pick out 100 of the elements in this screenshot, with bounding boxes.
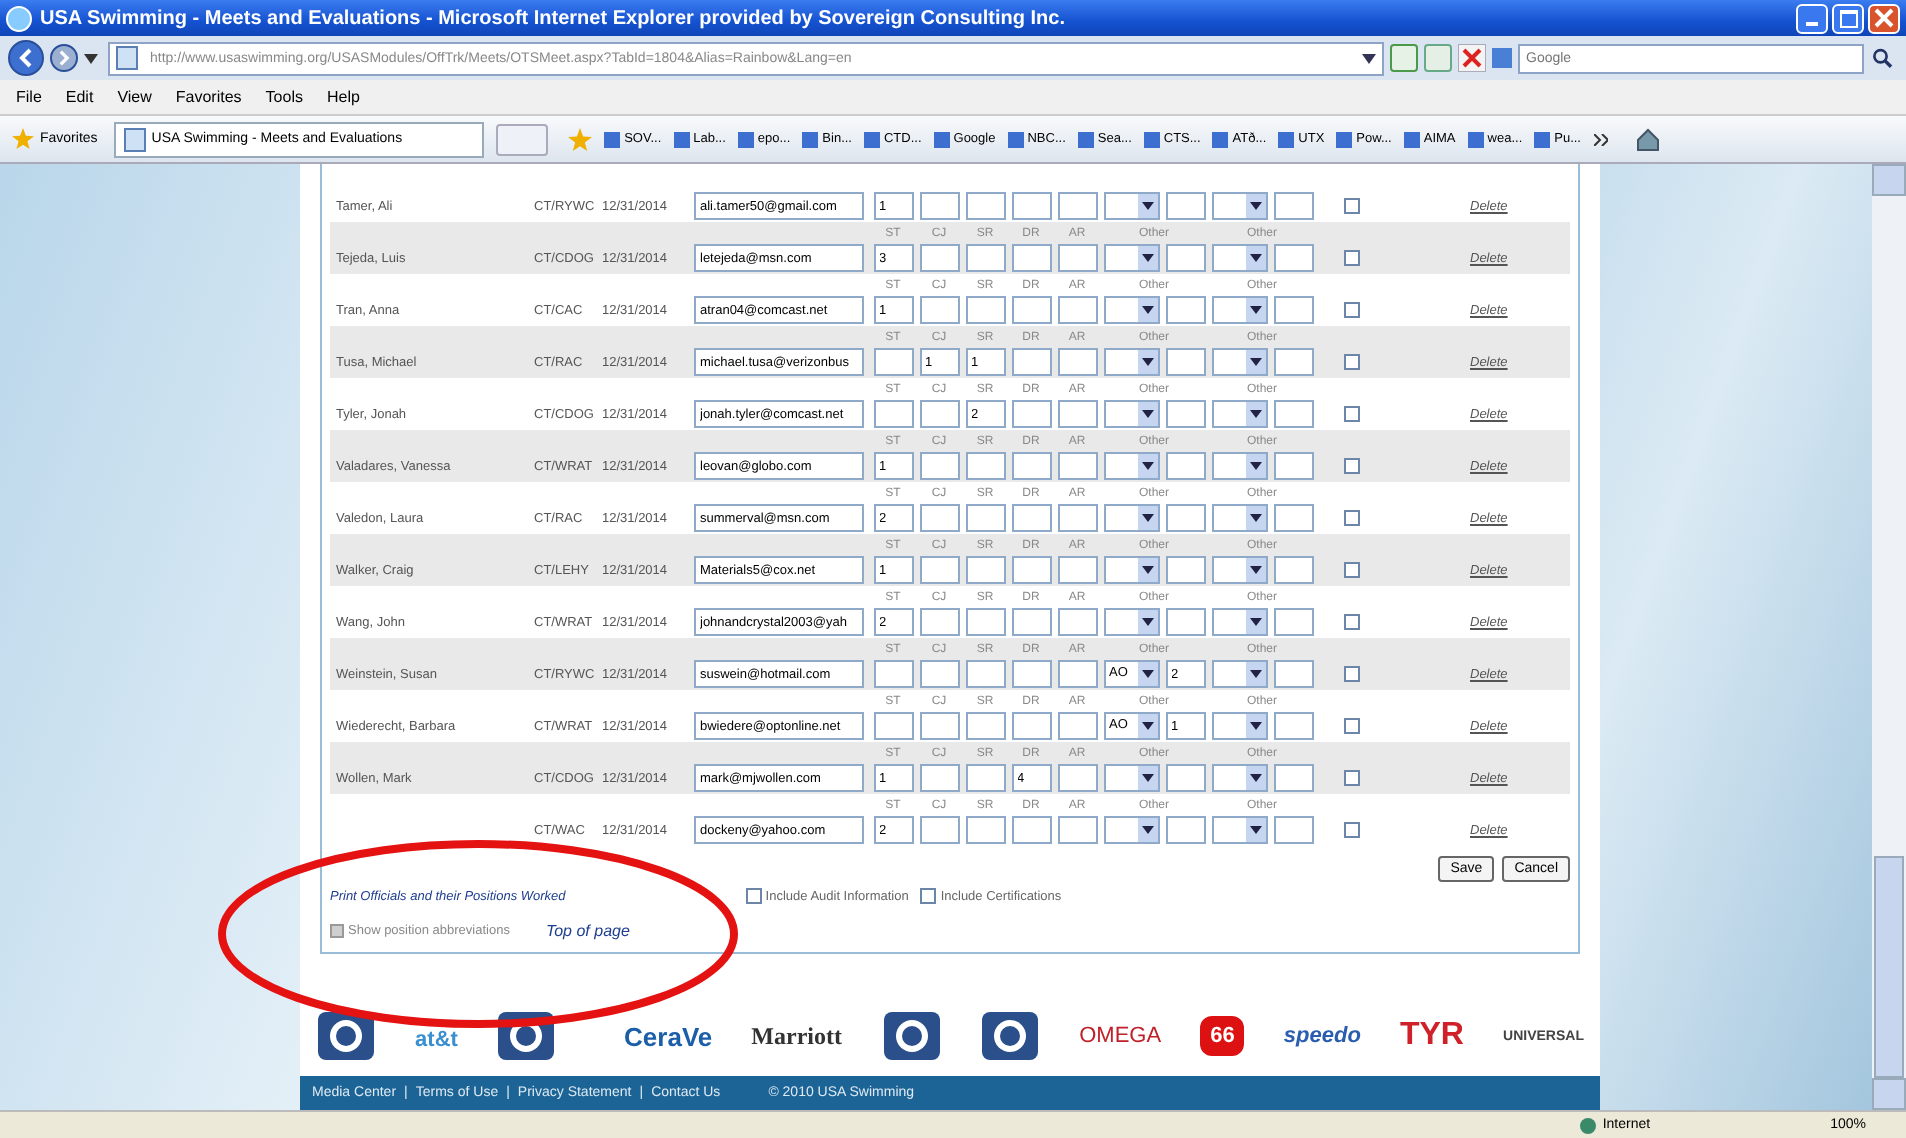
sponsor-logo-icon[interactable] bbox=[980, 1010, 1041, 1062]
sponsor-logo[interactable]: speedo bbox=[1283, 1024, 1361, 1048]
position-field[interactable] bbox=[1057, 608, 1097, 636]
other-field[interactable] bbox=[1273, 400, 1313, 428]
position-field[interactable] bbox=[1011, 452, 1051, 480]
sponsor-logo[interactable]: CeraVe bbox=[624, 1021, 713, 1051]
position-select[interactable] bbox=[1103, 504, 1159, 532]
row-checkbox[interactable] bbox=[1344, 458, 1360, 474]
position-field[interactable] bbox=[965, 452, 1005, 480]
position-select[interactable] bbox=[1211, 452, 1267, 480]
other-field[interactable] bbox=[1273, 712, 1313, 740]
position-field[interactable] bbox=[965, 244, 1005, 272]
forward-button[interactable] bbox=[50, 44, 78, 72]
position-field[interactable] bbox=[965, 556, 1005, 584]
other-field[interactable] bbox=[1165, 296, 1205, 324]
position-field[interactable] bbox=[919, 452, 959, 480]
position-select[interactable] bbox=[1103, 816, 1159, 844]
position-field[interactable] bbox=[919, 400, 959, 428]
position-select[interactable] bbox=[1211, 608, 1267, 636]
position-field[interactable] bbox=[1057, 556, 1097, 584]
caret-icon[interactable] bbox=[1362, 53, 1376, 63]
position-field[interactable] bbox=[919, 608, 959, 636]
stop-icon[interactable] bbox=[1458, 44, 1486, 72]
other-field[interactable] bbox=[1165, 244, 1205, 272]
menu-item[interactable]: Help bbox=[326, 88, 360, 106]
sponsor-logo[interactable]: TYR bbox=[1399, 1018, 1464, 1054]
row-checkbox[interactable] bbox=[1344, 354, 1360, 370]
position-field[interactable] bbox=[1057, 816, 1097, 844]
position-select[interactable] bbox=[1103, 192, 1159, 220]
new-tab-button[interactable] bbox=[496, 123, 549, 155]
position-field[interactable] bbox=[919, 504, 959, 532]
row-checkbox[interactable] bbox=[1344, 614, 1360, 630]
position-select[interactable] bbox=[1211, 764, 1267, 792]
add-favorite-icon[interactable] bbox=[568, 127, 593, 151]
other-field[interactable] bbox=[1273, 816, 1313, 844]
row-checkbox[interactable] bbox=[1344, 822, 1360, 838]
position-field[interactable] bbox=[1011, 400, 1051, 428]
position-field[interactable] bbox=[919, 712, 959, 740]
row-checkbox[interactable] bbox=[1344, 718, 1360, 734]
position-field[interactable] bbox=[873, 660, 913, 688]
menu-item[interactable]: View bbox=[117, 88, 152, 106]
position-field[interactable] bbox=[1057, 348, 1097, 376]
other-field[interactable] bbox=[1273, 608, 1313, 636]
position-select[interactable] bbox=[1211, 348, 1267, 376]
position-select[interactable] bbox=[1103, 556, 1159, 584]
home-icon[interactable] bbox=[1635, 127, 1659, 151]
close-button[interactable] bbox=[1868, 3, 1900, 33]
other-field[interactable] bbox=[1165, 764, 1205, 792]
search-icon[interactable] bbox=[1870, 44, 1898, 72]
position-field[interactable] bbox=[1057, 712, 1097, 740]
position-field[interactable] bbox=[1057, 192, 1097, 220]
position-field[interactable] bbox=[1057, 400, 1097, 428]
position-field[interactable] bbox=[1011, 608, 1051, 636]
row-checkbox[interactable] bbox=[1344, 302, 1360, 318]
position-select[interactable] bbox=[1103, 296, 1159, 324]
row-checkbox[interactable] bbox=[1344, 562, 1360, 578]
menu-item[interactable]: File bbox=[16, 88, 42, 106]
menu-item[interactable]: Favorites bbox=[175, 88, 242, 106]
position-field[interactable] bbox=[965, 660, 1005, 688]
position-field[interactable] bbox=[1011, 296, 1051, 324]
scrollbar[interactable] bbox=[1872, 164, 1906, 1110]
position-field[interactable] bbox=[1011, 712, 1051, 740]
other-field[interactable] bbox=[1165, 400, 1205, 428]
position-select[interactable] bbox=[1211, 244, 1267, 272]
position-field[interactable] bbox=[873, 348, 913, 376]
position-field[interactable] bbox=[965, 816, 1005, 844]
position-select[interactable] bbox=[1211, 400, 1267, 428]
other-field[interactable] bbox=[1165, 608, 1205, 636]
position-field[interactable] bbox=[1057, 296, 1097, 324]
position-select[interactable] bbox=[1103, 348, 1159, 376]
position-field[interactable] bbox=[1057, 452, 1097, 480]
sponsor-logo[interactable]: OMEGA bbox=[1079, 1024, 1162, 1048]
other-field[interactable] bbox=[1273, 504, 1313, 532]
position-select[interactable] bbox=[1211, 660, 1267, 688]
other-field[interactable] bbox=[1165, 816, 1205, 844]
position-select[interactable] bbox=[1103, 452, 1159, 480]
position-field[interactable] bbox=[919, 296, 959, 324]
position-field[interactable] bbox=[1057, 660, 1097, 688]
position-select[interactable] bbox=[1211, 296, 1267, 324]
position-field[interactable] bbox=[919, 816, 959, 844]
position-select[interactable] bbox=[1103, 244, 1159, 272]
row-checkbox[interactable] bbox=[1344, 770, 1360, 786]
position-field[interactable] bbox=[919, 192, 959, 220]
position-field[interactable] bbox=[873, 400, 913, 428]
sponsor-logo-icon[interactable] bbox=[316, 1010, 376, 1062]
position-field[interactable] bbox=[965, 764, 1005, 792]
position-field[interactable] bbox=[1057, 764, 1097, 792]
row-checkbox[interactable] bbox=[1344, 510, 1360, 526]
position-field[interactable] bbox=[1011, 660, 1051, 688]
position-select[interactable] bbox=[1211, 504, 1267, 532]
position-field[interactable] bbox=[1011, 348, 1051, 376]
position-field[interactable] bbox=[1057, 504, 1097, 532]
position-field[interactable] bbox=[965, 192, 1005, 220]
position-field[interactable] bbox=[965, 504, 1005, 532]
position-field[interactable] bbox=[919, 764, 959, 792]
position-field[interactable] bbox=[965, 608, 1005, 636]
back-button[interactable] bbox=[8, 40, 44, 76]
more-icon[interactable] bbox=[1593, 133, 1607, 145]
other-field[interactable] bbox=[1273, 660, 1313, 688]
position-select[interactable] bbox=[1103, 400, 1159, 428]
